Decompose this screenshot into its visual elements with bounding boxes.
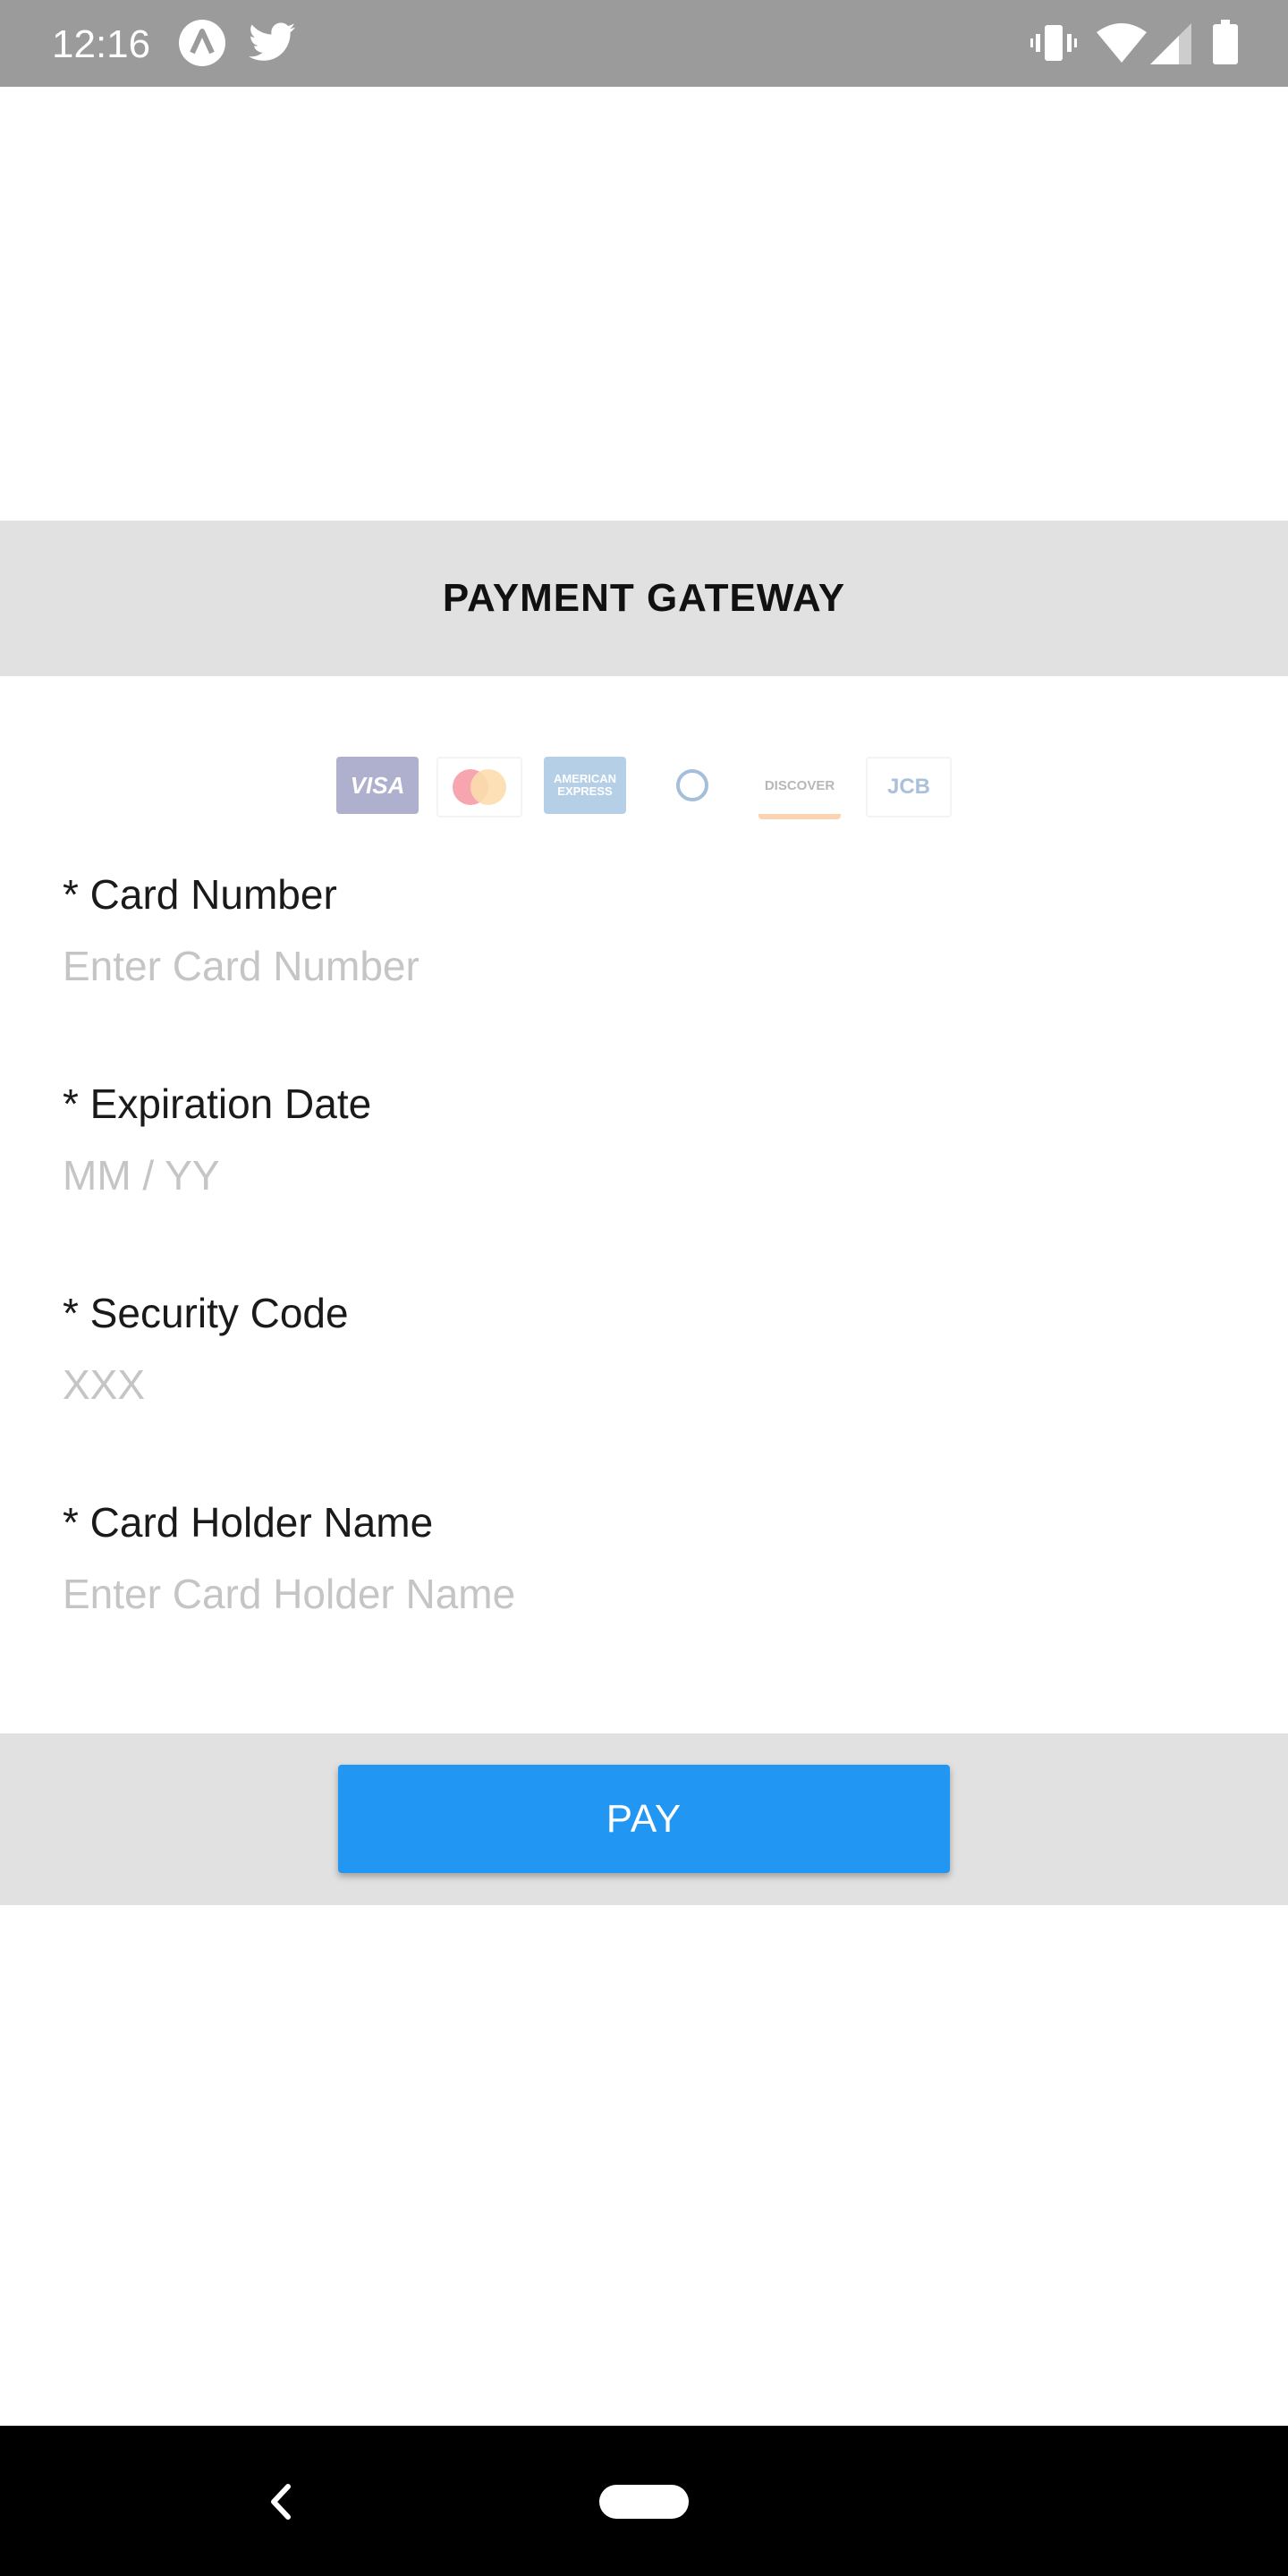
card-holder-field: * Card Holder Name: [63, 1497, 1225, 1621]
page-title: PAYMENT GATEWAY: [442, 576, 846, 620]
security-code-label: * Security Code: [63, 1290, 349, 1336]
security-code-field: * Security Code: [63, 1288, 1225, 1411]
card-holder-label: * Card Holder Name: [63, 1499, 434, 1546]
pay-button[interactable]: PAY: [338, 1765, 950, 1873]
card-number-field: * Card Number: [63, 869, 1225, 993]
discover-logo: DISCOVER: [758, 757, 841, 819]
status-time: 12:16: [52, 22, 151, 66]
jcb-logo-text: JCB: [886, 775, 930, 799]
back-icon[interactable]: [265, 2478, 295, 2530]
security-code-input[interactable]: [63, 1358, 1225, 1411]
card-number-input[interactable]: [63, 939, 1225, 993]
expiration-field: * Expiration Date: [63, 1079, 1225, 1202]
signal-icon: [1150, 23, 1191, 69]
amex-logo-text: AMERICAN EXPRESS: [553, 772, 617, 798]
header-bar: PAYMENT GATEWAY: [0, 521, 1288, 676]
card-brands-row: VISA AMERICAN EXPRESS DISCOVER JCB: [336, 757, 957, 819]
visa-logo: VISA: [336, 757, 419, 814]
visa-logo-text: VISA: [350, 771, 405, 799]
expiration-input[interactable]: [63, 1148, 1225, 1202]
expiration-label: * Expiration Date: [63, 1080, 372, 1127]
status-bar: 12:16: [0, 0, 1288, 87]
mastercard-logo: [436, 757, 522, 818]
pay-bar: PAY: [0, 1733, 1288, 1905]
app-a-icon: [177, 18, 227, 72]
twitter-icon: [249, 21, 295, 67]
diners-logo: [651, 757, 733, 814]
discover-logo-text: DISCOVER: [764, 777, 835, 793]
diners-circle-icon: [676, 769, 708, 801]
jcb-logo: JCB: [866, 757, 952, 818]
home-pill-icon[interactable]: [599, 2485, 689, 2519]
amex-logo: AMERICAN EXPRESS: [544, 757, 626, 814]
wifi-icon: [1097, 23, 1147, 67]
navigation-bar: [0, 2426, 1288, 2576]
vibrate-icon: [1030, 21, 1077, 69]
card-number-label: * Card Number: [63, 871, 337, 918]
card-holder-input[interactable]: [63, 1567, 1225, 1621]
battery-icon: [1213, 20, 1238, 69]
mastercard-circles-icon: [453, 769, 506, 805]
